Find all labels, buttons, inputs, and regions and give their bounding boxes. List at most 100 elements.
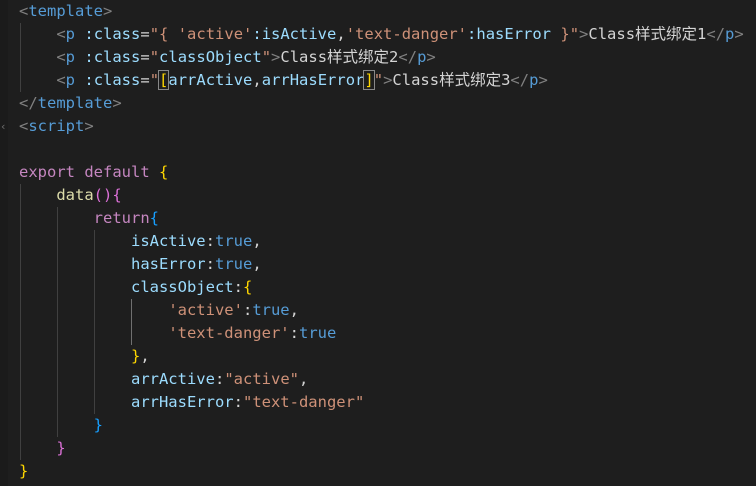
fold-chevron-icon[interactable] xyxy=(0,92,8,115)
code-token: > xyxy=(271,48,281,66)
code-text[interactable]: <script> xyxy=(19,115,94,138)
code-line[interactable]: data(){ xyxy=(0,184,756,207)
code-editor[interactable]: <template> <p :class="{ 'active':isActiv… xyxy=(0,0,756,486)
fold-chevron-icon[interactable] xyxy=(0,138,8,161)
code-text[interactable]: arrActive:"active", xyxy=(19,368,308,391)
indent-guide xyxy=(57,207,58,437)
code-token: :class xyxy=(84,48,141,66)
code-text[interactable]: classObject:{ xyxy=(19,276,252,299)
code-text[interactable]: } xyxy=(19,414,103,437)
code-token: : xyxy=(214,370,225,388)
code-text[interactable]: hasError:true, xyxy=(19,253,262,276)
code-token: template xyxy=(37,94,113,112)
fold-chevron-icon[interactable] xyxy=(0,460,8,483)
code-line[interactable]: } xyxy=(0,460,756,483)
code-text[interactable]: </template> xyxy=(19,92,122,115)
code-token: , xyxy=(140,347,150,365)
code-line[interactable]: classObject:{ xyxy=(0,276,756,299)
code-line[interactable] xyxy=(0,138,756,161)
code-token: " xyxy=(149,48,160,66)
code-token: p xyxy=(65,71,76,89)
fold-chevron-icon[interactable] xyxy=(0,230,8,253)
code-text[interactable]: return{ xyxy=(19,207,159,230)
code-token: = xyxy=(140,71,150,89)
code-line[interactable]: return{ xyxy=(0,207,756,230)
code-line[interactable]: export default { xyxy=(0,161,756,184)
code-text[interactable]: } xyxy=(19,437,66,460)
code-line[interactable]: </template> xyxy=(0,92,756,115)
code-token: classObject xyxy=(130,278,234,296)
code-line[interactable]: 'active':true, xyxy=(0,299,756,322)
code-token: { xyxy=(112,186,122,204)
code-text[interactable]: 'text-danger':true xyxy=(19,322,336,345)
fold-chevron-icon[interactable] xyxy=(0,23,8,46)
fold-chevron-icon[interactable] xyxy=(0,368,8,391)
code-line[interactable]: <p :class="classObject">Class样式绑定2</p> xyxy=(0,46,756,69)
code-token: </ xyxy=(398,48,418,66)
code-line[interactable]: <p :class="[arrActive,arrHasError]">Clas… xyxy=(0,69,756,92)
code-token: data xyxy=(56,186,94,204)
code-line[interactable]: ‹ <script> xyxy=(0,115,756,138)
code-token: default xyxy=(84,163,150,181)
code-token: > xyxy=(103,2,113,20)
fold-chevron-icon[interactable] xyxy=(0,46,8,69)
code-text[interactable]: <p :class="{ 'active':isActive,'text-dan… xyxy=(19,23,743,46)
fold-chevron-icon[interactable] xyxy=(0,276,8,299)
code-token: < xyxy=(19,117,29,135)
code-token: true xyxy=(214,255,253,273)
fold-chevron-icon[interactable] xyxy=(0,253,8,276)
code-text[interactable]: 'active':true, xyxy=(19,299,299,322)
fold-chevron-icon[interactable] xyxy=(0,207,8,230)
code-token: < xyxy=(56,48,66,66)
code-line[interactable]: <template> xyxy=(0,0,756,23)
code-line[interactable]: } xyxy=(0,414,756,437)
code-line[interactable]: arrActive:"active", xyxy=(0,368,756,391)
code-token: > xyxy=(538,71,548,89)
code-text[interactable]: export default { xyxy=(19,161,168,184)
code-token: script xyxy=(28,117,85,135)
fold-chevron-icon[interactable] xyxy=(0,299,8,322)
fold-chevron-icon[interactable] xyxy=(0,0,8,23)
code-token: , xyxy=(336,25,346,43)
code-token: : xyxy=(242,301,253,319)
code-token: 'active' xyxy=(168,301,243,319)
code-text[interactable]: }, xyxy=(19,345,150,368)
code-text[interactable]: <p :class="classObject">Class样式绑定2</p> xyxy=(19,46,435,69)
code-token: = xyxy=(140,25,150,43)
fold-chevron-icon[interactable] xyxy=(0,345,8,368)
code-line[interactable]: arrHasError:"text-danger" xyxy=(0,391,756,414)
code-line[interactable]: }, xyxy=(0,345,756,368)
fold-chevron-icon[interactable] xyxy=(0,437,8,460)
code-line[interactable]: 'text-danger':true xyxy=(0,322,756,345)
code-line[interactable]: hasError:true, xyxy=(0,253,756,276)
code-text[interactable]: } xyxy=(19,460,28,483)
fold-chevron-icon[interactable]: ‹ xyxy=(0,115,8,138)
code-text[interactable]: arrHasError:"text-danger" xyxy=(19,391,364,414)
indent-guide xyxy=(131,299,132,345)
code-token: : xyxy=(289,324,299,342)
fold-chevron-icon[interactable] xyxy=(0,69,8,92)
code-token: :class xyxy=(84,71,141,89)
code-line[interactable]: <p :class="{ 'active':isActive,'text-dan… xyxy=(0,23,756,46)
code-text[interactable]: <p :class="[arrActive,arrHasError]">Clas… xyxy=(19,69,548,92)
code-token: true xyxy=(298,324,337,342)
fold-chevron-icon[interactable] xyxy=(0,184,8,207)
fold-chevron-icon[interactable] xyxy=(0,414,8,437)
fold-chevron-icon[interactable] xyxy=(0,391,8,414)
code-text[interactable]: isActive:true, xyxy=(19,230,262,253)
fold-chevron-icon[interactable] xyxy=(0,322,8,345)
code-token: :isActive xyxy=(252,25,337,43)
code-text[interactable]: <template> xyxy=(19,0,112,23)
code-line[interactable]: isActive:true, xyxy=(0,230,756,253)
code-text[interactable]: data(){ xyxy=(19,184,122,207)
code-line[interactable]: } xyxy=(0,437,756,460)
fold-chevron-icon[interactable] xyxy=(0,161,8,184)
code-token: } xyxy=(56,439,66,457)
code-token: arrActive xyxy=(168,71,253,89)
